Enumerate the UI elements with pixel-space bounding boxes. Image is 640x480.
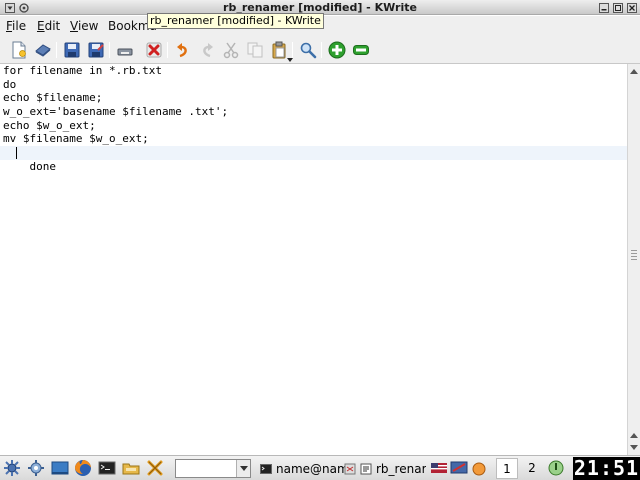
find-icon[interactable] [298,40,318,60]
network-icon[interactable] [450,459,468,477]
redo-icon[interactable] [197,40,217,60]
minimize-icon[interactable] [597,1,610,14]
close-icon[interactable] [625,1,638,14]
task-label: rb_renar [376,461,426,476]
menu-view-mnemonic: V [70,19,78,33]
code-line[interactable]: w_o_ext='basename $filename .txt'; [0,105,627,119]
toolbar-separator [167,42,168,58]
menu-edit-mnemonic: E [37,19,45,33]
paste-icon[interactable] [269,40,293,62]
toolbar-separator [292,42,293,58]
zoom-in-icon[interactable] [327,40,347,60]
document-icon [344,463,356,474]
copy-icon[interactable] [245,40,265,60]
clock[interactable]: 21:51 [573,457,640,480]
terminal-icon[interactable] [98,459,116,477]
text-cursor [16,147,17,160]
code-line[interactable]: echo $w_o_ext; [0,119,627,133]
current-line-text: done [29,159,57,173]
chevron-down-icon[interactable] [236,460,250,477]
new-document-icon[interactable] [9,40,29,60]
taskbar-task-separator [344,459,360,478]
scroll-up-icon[interactable] [628,65,640,77]
task-label: name@nam [276,461,349,476]
code-line[interactable]: do [0,78,627,92]
firefox-icon[interactable] [74,459,92,477]
menu-file-label: ile [12,19,27,33]
code-line[interactable]: echo $filename; [0,91,627,105]
current-code-line[interactable]: done [0,146,627,173]
undo-icon[interactable] [173,40,193,60]
taskbar-task-kwrite[interactable]: rb_renar [360,459,426,478]
open-document-icon[interactable] [33,40,53,60]
menu-view[interactable]: View [70,18,98,34]
save-icon[interactable] [62,40,82,60]
menu-view-label: iew [77,19,99,33]
app-menu-icon[interactable] [3,459,21,477]
print-icon[interactable] [115,40,135,60]
menu-file[interactable]: File [6,18,26,34]
battery-icon[interactable] [547,459,565,477]
main-toolbar [0,36,640,64]
cut-icon[interactable] [221,40,241,60]
update-icon[interactable] [470,459,488,477]
toolbar-separator [321,42,322,58]
toolbar-separator [56,42,57,58]
menu-edit[interactable]: Edit [37,18,60,34]
desktop-switch-1[interactable]: 1 [496,458,518,479]
code-line[interactable]: for filename in *.rb.txt [0,64,627,78]
settings-icon[interactable] [27,459,45,477]
kwrite-icon [360,463,372,474]
maximize-icon[interactable] [611,1,624,14]
menu-edit-label: dit [44,19,61,33]
command-input[interactable] [175,459,251,478]
scroll-down-icon[interactable] [628,441,640,453]
vertical-scrollbar[interactable] [627,64,640,455]
scrollbar-grip[interactable] [631,250,637,260]
text-editor[interactable]: for filename in *.rb.txt do echo $filena… [0,64,627,455]
terminal-icon [260,463,272,474]
taskbar-task-terminal[interactable]: name@nam [260,459,350,478]
zoom-out-icon[interactable] [351,40,371,60]
desktop-icon[interactable] [51,459,69,477]
code-line[interactable]: mv $filename $w_o_ext; [0,132,627,146]
close-document-icon[interactable] [144,40,164,60]
file-manager-icon[interactable] [122,459,140,477]
tools-icon[interactable] [146,459,164,477]
save-as-icon[interactable] [86,40,106,60]
keyboard-layout-icon[interactable] [430,459,448,477]
toolbar-separator [109,42,110,58]
desktop-switch-2[interactable]: 2 [521,458,543,479]
window-title-tooltip: rb_renamer [modified] - KWrite [147,13,324,29]
taskbar: name@nam rb_renar 1 2 21:51 [0,455,640,480]
scroll-up-icon[interactable] [628,429,640,441]
